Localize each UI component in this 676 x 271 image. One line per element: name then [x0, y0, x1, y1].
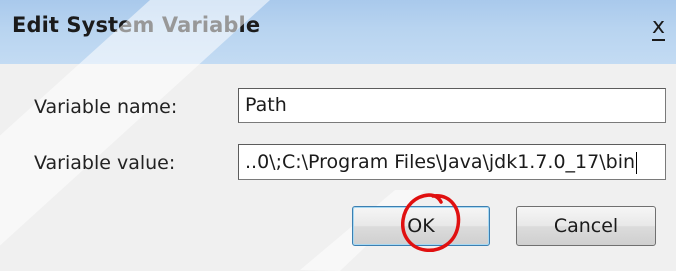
- variable-value-text: ..0\;C:\Program Files\Java\jdk1.7.0_17\b…: [245, 151, 636, 173]
- dialog-title-bar[interactable]: Edit System Variable x: [0, 0, 676, 64]
- variable-name-label: Variable name:: [34, 96, 178, 118]
- variable-value-field[interactable]: ..0\;C:\Program Files\Java\jdk1.7.0_17\b…: [238, 144, 666, 180]
- variable-value-label: Variable value:: [34, 152, 176, 174]
- cancel-button[interactable]: Cancel: [516, 206, 656, 246]
- close-icon: x: [652, 14, 666, 41]
- variable-name-field[interactable]: Path: [238, 88, 666, 123]
- ok-button[interactable]: OK: [352, 206, 490, 246]
- close-button[interactable]: x: [652, 12, 676, 42]
- text-caret: [636, 151, 638, 174]
- dialog-title: Edit System Variable: [12, 13, 261, 37]
